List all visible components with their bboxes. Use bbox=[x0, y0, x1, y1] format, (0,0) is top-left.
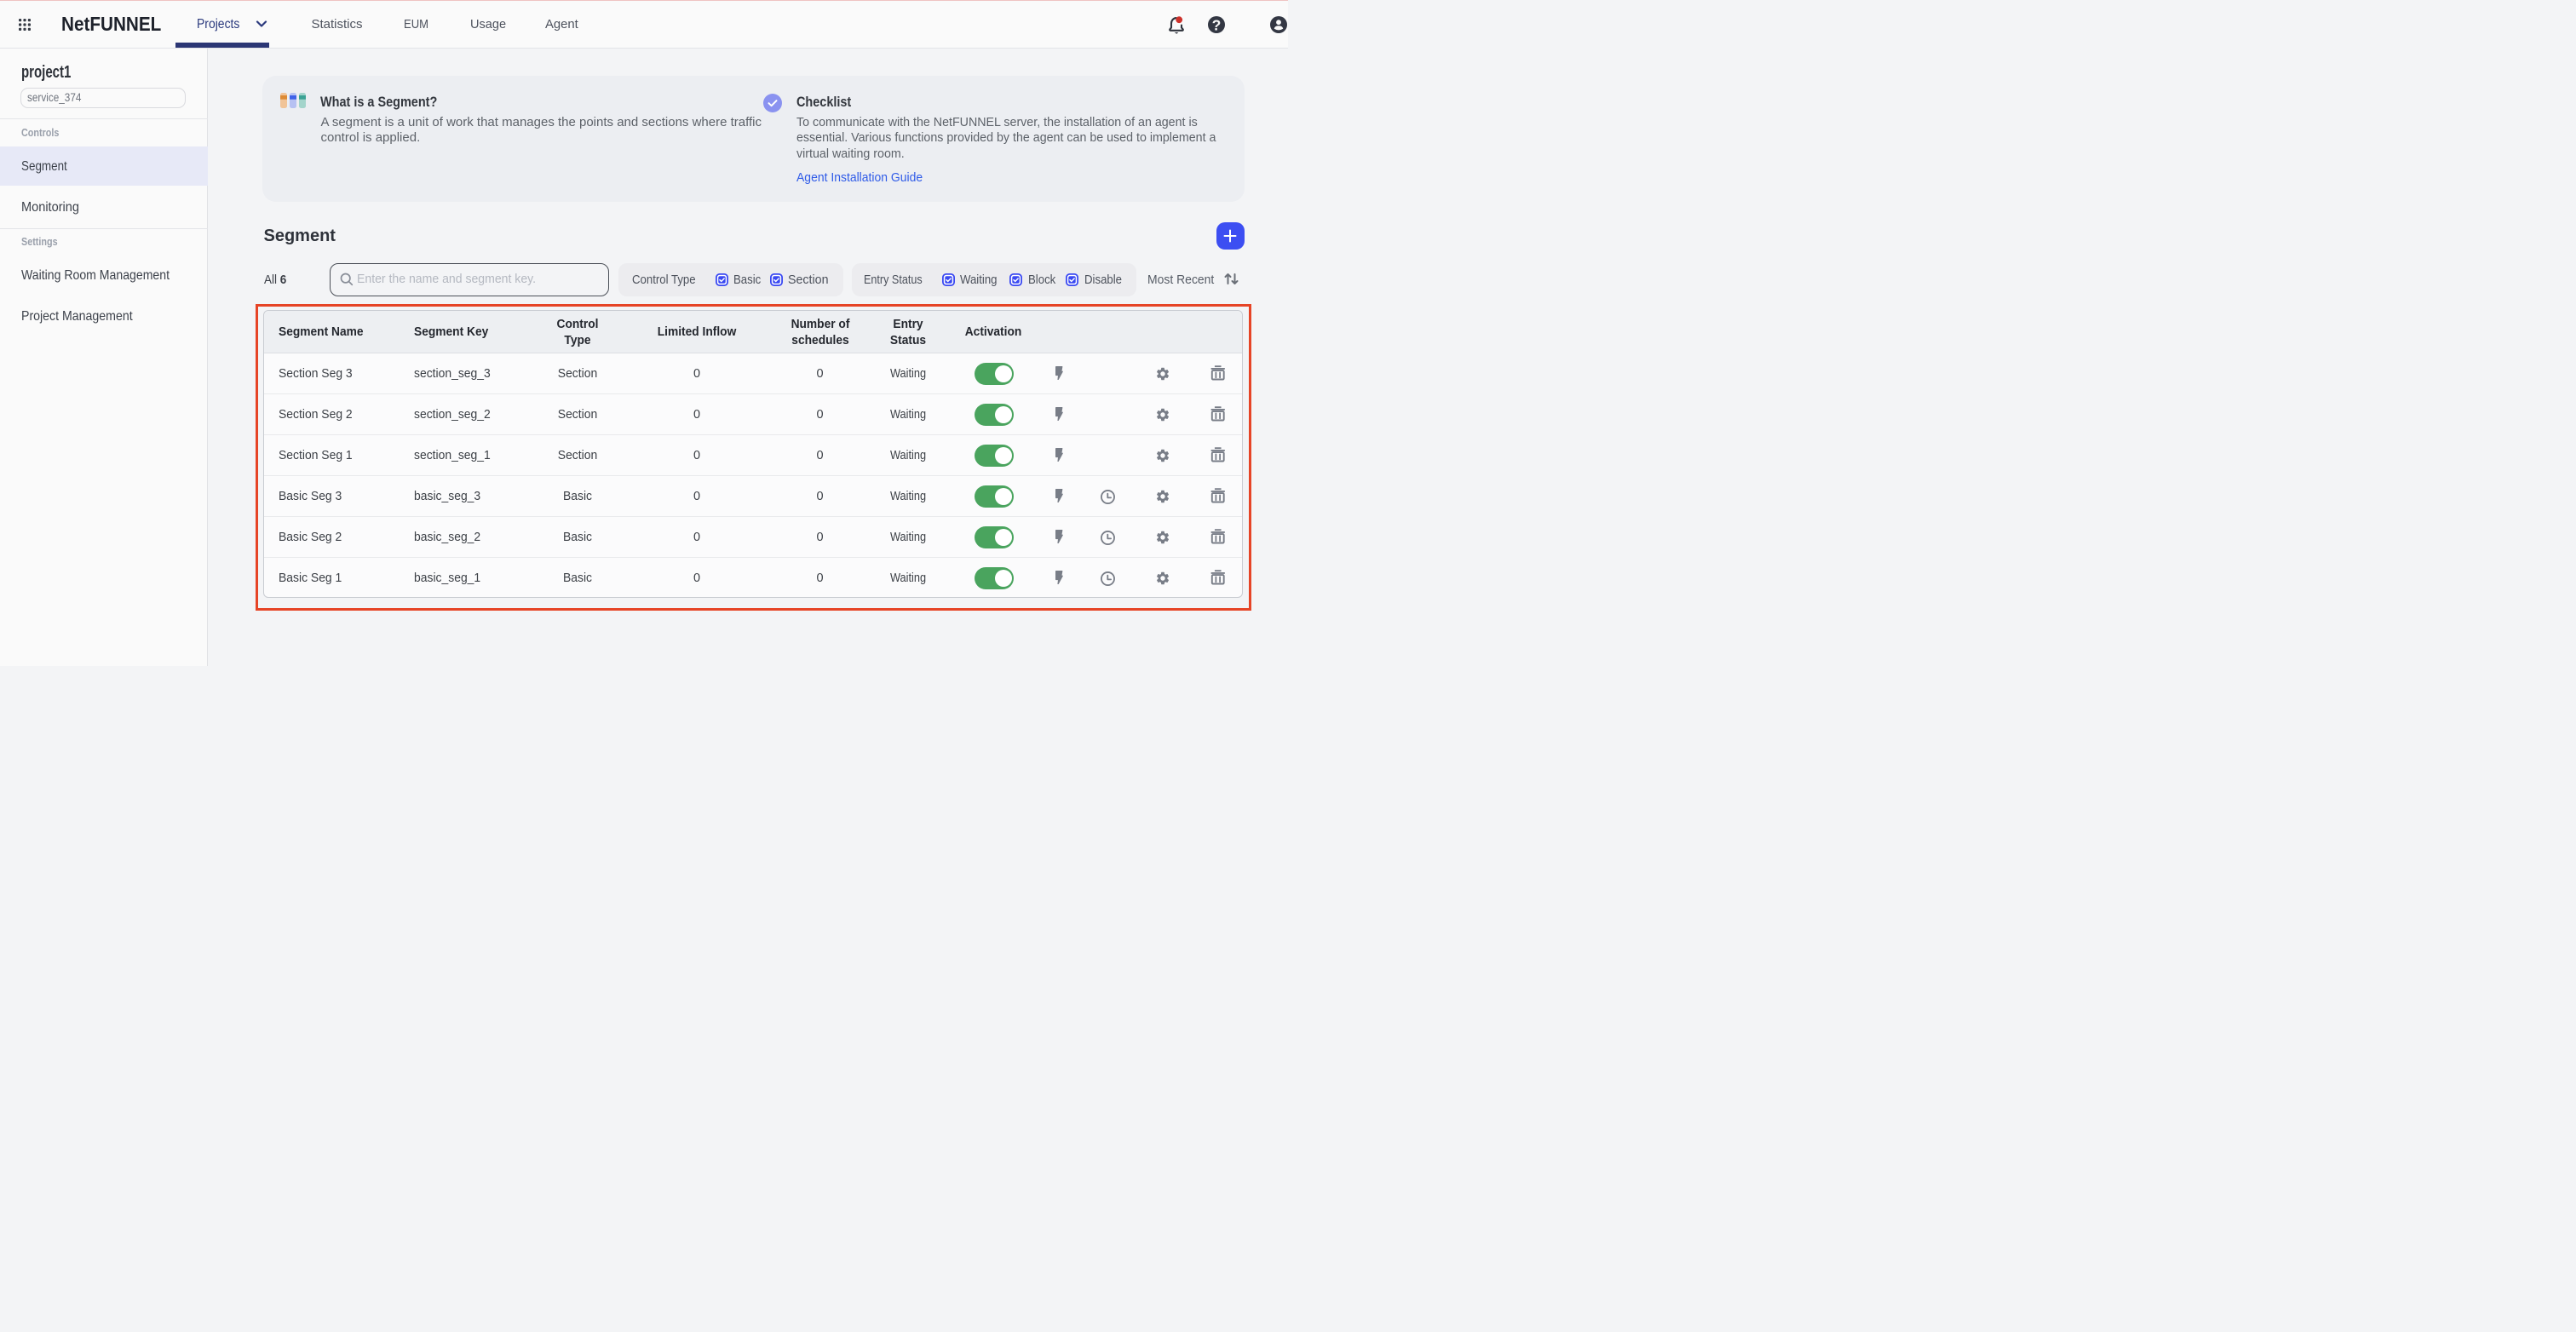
svg-text:?: ? bbox=[1211, 16, 1221, 33]
